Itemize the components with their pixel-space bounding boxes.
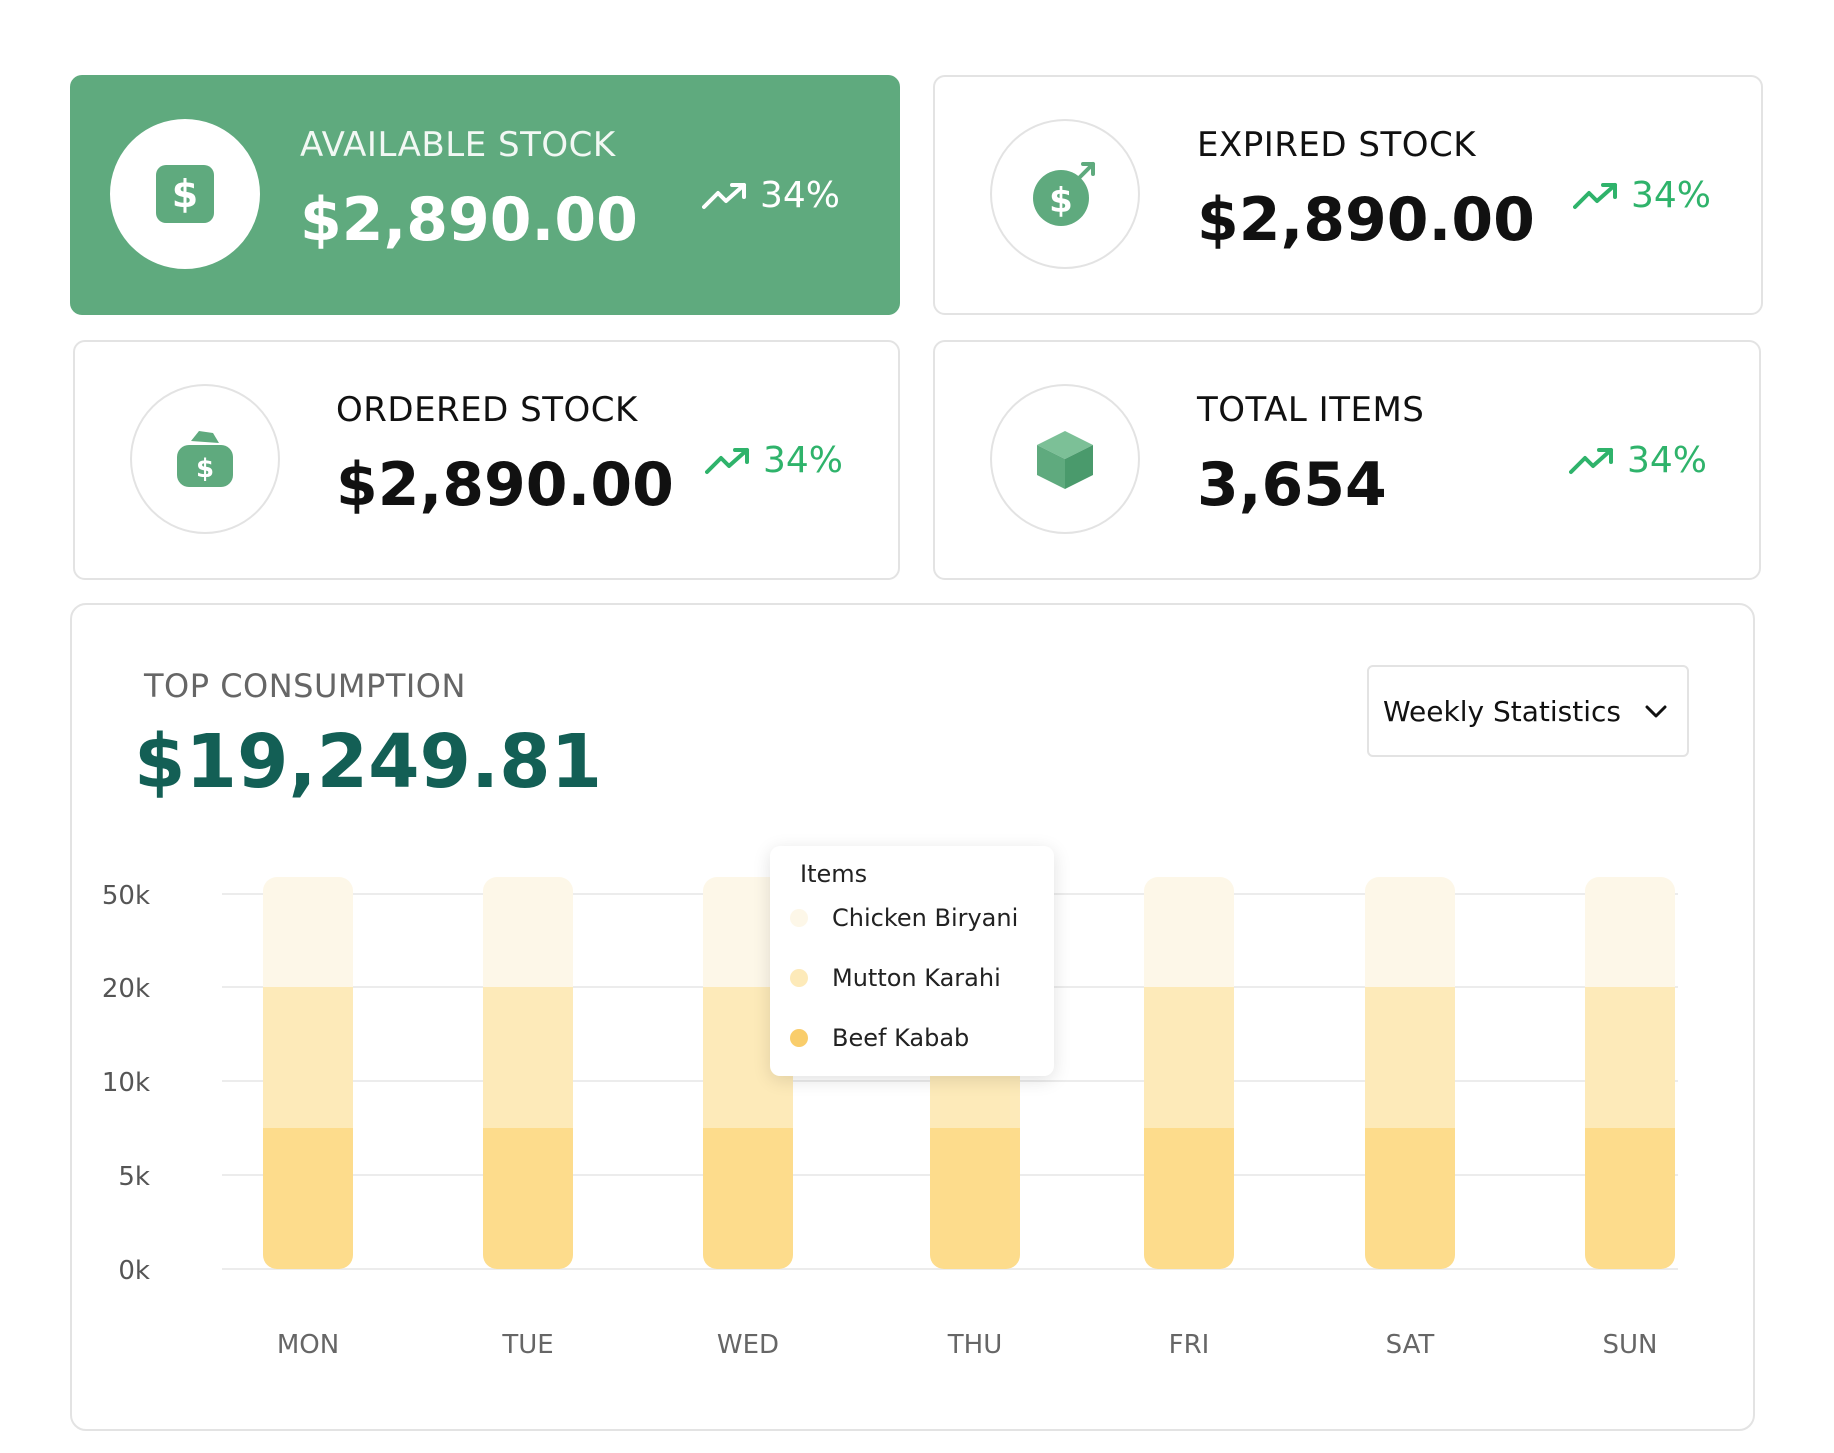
x-tick-label: FRI (1169, 1330, 1210, 1360)
bar-segment-fill (703, 1128, 793, 1144)
bar-segment-beef-kabab (1365, 1128, 1455, 1269)
x-tick-label: WED (717, 1330, 779, 1360)
legend-dot-mutton-karahi (790, 969, 808, 987)
svg-text:$: $ (196, 454, 214, 484)
available-stock-trend-value: 34% (760, 175, 841, 216)
bar-segment-mutton-karahi (263, 987, 353, 1128)
tooltip-item-beef-kabab: Beef Kabab (790, 1024, 969, 1052)
bar-segment-fill (1144, 1128, 1234, 1144)
bar-segment-fill (483, 971, 573, 987)
svg-text:$: $ (172, 172, 198, 216)
bar-segment-mutton-karahi (483, 987, 573, 1128)
dollar-arrow-icon: $ (1033, 162, 1095, 226)
bar-segment-beef-kabab (483, 1128, 573, 1269)
box-icon (1037, 431, 1093, 489)
x-tick-label: THU (947, 1330, 1002, 1360)
bar-segment-fill (263, 971, 353, 987)
ordered-stock-value: $2,890.00 (336, 450, 674, 520)
bar-segment-mutton-karahi (1144, 987, 1234, 1128)
bar-segment-mutton-karahi (1585, 987, 1675, 1128)
bar-segment-chicken-biryani (263, 877, 353, 987)
bar-segment-chicken-biryani (483, 877, 573, 987)
y-tick-label: 50k (102, 881, 150, 911)
ordered-stock-icon-circle: $ (130, 384, 280, 534)
chart-tooltip: Items Chicken Biryani Mutton Karahi Beef… (770, 846, 1054, 1076)
money-bag-icon: $ (177, 431, 233, 487)
tooltip-title: Items (800, 860, 868, 888)
y-tick-label: 20k (102, 974, 150, 1004)
ordered-stock-label: ORDERED STOCK (336, 390, 638, 430)
dollar-icon: $ (156, 165, 214, 223)
available-stock-trend: 34% (702, 175, 840, 216)
trend-up-icon (1573, 182, 1617, 209)
tooltip-item-label: Mutton Karahi (832, 964, 1001, 992)
trend-up-icon (705, 447, 749, 474)
bar-segment-beef-kabab (263, 1128, 353, 1269)
x-tick-label: SAT (1386, 1330, 1435, 1360)
total-items-card[interactable]: TOTAL ITEMS 3,654 34% (933, 340, 1761, 580)
total-items-trend-value: 34% (1627, 440, 1708, 481)
available-stock-label: AVAILABLE STOCK (300, 125, 616, 165)
total-items-trend: 34% (1569, 440, 1707, 481)
x-tick-label: MON (277, 1330, 339, 1360)
bar-segment-beef-kabab (1144, 1128, 1234, 1269)
trend-up-icon (702, 182, 746, 209)
bar-segment-beef-kabab (703, 1128, 793, 1269)
x-tick-label: SUN (1603, 1330, 1658, 1360)
bar-segment-fill (930, 1128, 1020, 1144)
bar-segment-beef-kabab (1585, 1128, 1675, 1269)
bar-segment-chicken-biryani (1144, 877, 1234, 987)
trend-up-icon (1569, 447, 1613, 474)
available-stock-card[interactable]: $ AVAILABLE STOCK $2,890.00 34% (70, 75, 900, 315)
y-tick-label: 0k (118, 1256, 150, 1286)
total-items-icon-circle (990, 384, 1140, 534)
tooltip-item-mutton-karahi: Mutton Karahi (790, 964, 1001, 992)
y-tick-label: 5k (118, 1162, 150, 1192)
x-tick-label: TUE (501, 1330, 553, 1360)
available-stock-value: $2,890.00 (300, 185, 638, 255)
bar-segment-fill (1365, 1128, 1455, 1144)
ordered-stock-trend-value: 34% (763, 440, 844, 481)
tooltip-item-label: Chicken Biryani (832, 904, 1019, 932)
bar-segment-mutton-karahi (1365, 987, 1455, 1128)
bar-segment-fill (1585, 1128, 1675, 1144)
expired-stock-icon-circle: $ (990, 119, 1140, 269)
svg-text:$: $ (1049, 181, 1073, 221)
legend-dot-chicken-biryani (790, 909, 808, 927)
bar-segment-fill (1144, 971, 1234, 987)
expired-stock-card[interactable]: $ EXPIRED STOCK $2,890.00 34% (933, 75, 1763, 315)
ordered-stock-trend: 34% (705, 440, 843, 481)
bar-segment-fill (1365, 971, 1455, 987)
expired-stock-label: EXPIRED STOCK (1197, 125, 1477, 165)
bar-segment-fill (1585, 971, 1675, 987)
available-stock-icon-circle: $ (110, 119, 260, 269)
bar-segment-chicken-biryani (1585, 877, 1675, 987)
tooltip-item-chicken-biryani: Chicken Biryani (790, 904, 1018, 932)
expired-stock-value: $2,890.00 (1197, 185, 1535, 255)
ordered-stock-card[interactable]: $ ORDERED STOCK $2,890.00 34% (73, 340, 900, 580)
bar-segment-fill (263, 1128, 353, 1144)
expired-stock-trend: 34% (1573, 175, 1711, 216)
bar-segment-chicken-biryani (1365, 877, 1455, 987)
top-consumption-panel: TOP CONSUMPTION $19,249.81 Weekly Statis… (70, 603, 1755, 1431)
total-items-label: TOTAL ITEMS (1197, 390, 1425, 430)
tooltip-item-label: Beef Kabab (832, 1024, 970, 1052)
bar-segment-fill (483, 1128, 573, 1144)
bar-segment-beef-kabab (930, 1128, 1020, 1269)
total-items-value: 3,654 (1197, 450, 1387, 520)
expired-stock-trend-value: 34% (1631, 175, 1712, 216)
legend-dot-beef-kabab (790, 1029, 808, 1047)
y-tick-label: 10k (102, 1068, 150, 1098)
